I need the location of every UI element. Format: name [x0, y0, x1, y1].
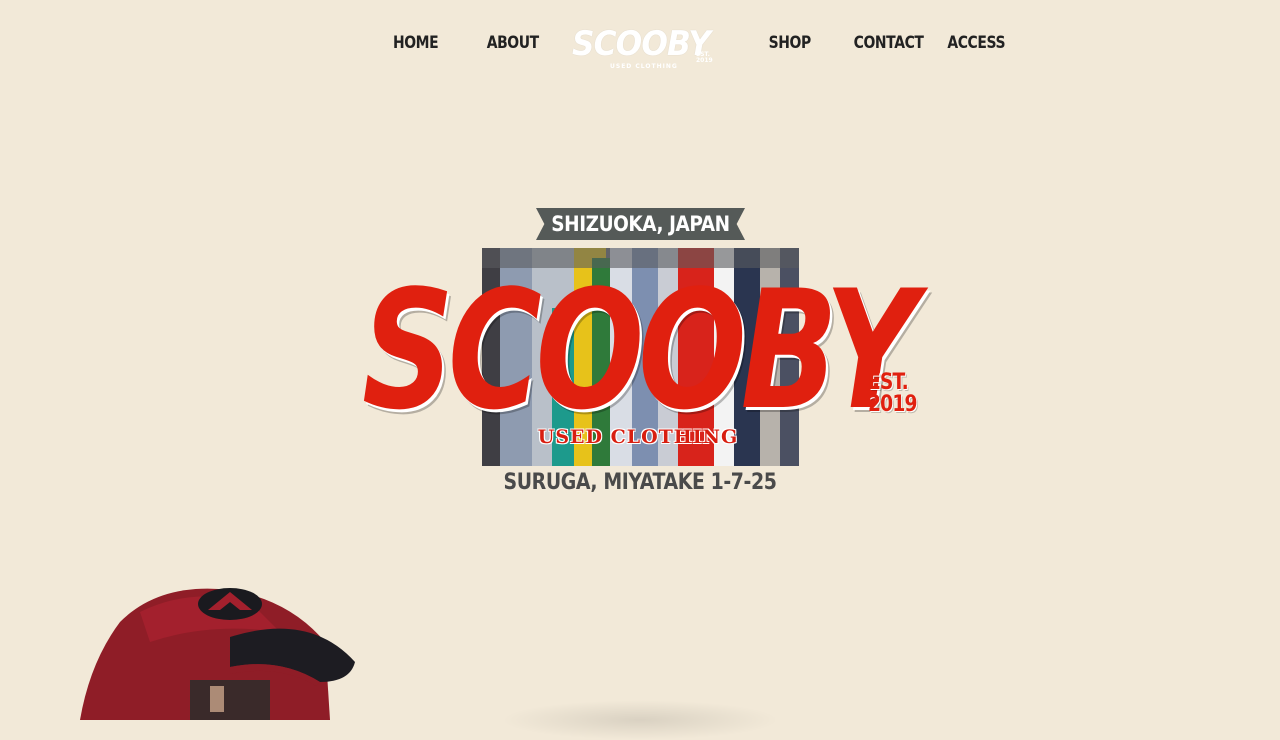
brand-tagline: USED CLOTHING: [537, 426, 739, 448]
nav-shop-link[interactable]: SHOP: [769, 33, 812, 53]
header-logo-mark: SCOOBY: [572, 24, 711, 64]
location-ribbon: SHIZUOKA, JAPAN: [536, 208, 745, 240]
header-logo-subtitle: USED CLOTHING: [610, 63, 678, 70]
nav-about-link[interactable]: ABOUT: [487, 33, 539, 53]
established-year: 2019: [868, 392, 917, 417]
location-text: SHIZUOKA, JAPAN: [551, 212, 730, 236]
nav-contact-link[interactable]: CONTACT: [854, 33, 924, 53]
established-badge: EST. 2019: [868, 370, 917, 424]
baseball-cap-image: [80, 582, 360, 720]
nav-home-link[interactable]: HOME: [393, 33, 439, 53]
header-logo[interactable]: SCOOBY EST. 2019 USED CLOTHING: [572, 24, 713, 72]
store-address: SURUGA, MIYATAKE 1-7-25: [503, 470, 777, 495]
brand-wordmark: SCOOBY: [362, 255, 917, 446]
established-label: EST.: [868, 370, 909, 395]
nav-access-link[interactable]: ACCESS: [947, 33, 1005, 53]
brand-logo: SCOOBY: [362, 269, 917, 433]
bottom-shadow: [500, 700, 780, 740]
header-logo-est: EST. 2019: [696, 51, 713, 64]
